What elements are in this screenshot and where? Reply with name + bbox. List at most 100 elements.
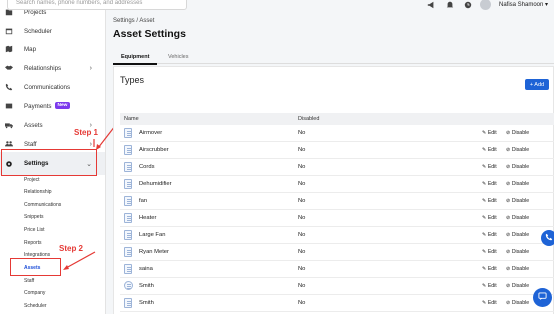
- edit-button[interactable]: ✎ Edit: [482, 215, 497, 221]
- row-name: Airmover: [139, 130, 163, 136]
- disable-button[interactable]: ⊘ Disable: [506, 215, 529, 221]
- asset-type-icon: [124, 162, 132, 172]
- edit-button[interactable]: ✎ Edit: [482, 232, 497, 238]
- row-name: Large Fan: [139, 232, 166, 238]
- edit-button[interactable]: ✎ Edit: [482, 266, 497, 272]
- settings-sub-reports[interactable]: Reports: [24, 240, 42, 246]
- row-disabled: No: [298, 266, 306, 272]
- chevron-right-icon: ›: [89, 64, 92, 72]
- sidebar-item-relationships[interactable]: Relationships ›: [0, 59, 105, 77]
- ban-icon: ⊘: [506, 198, 511, 204]
- disable-button[interactable]: ⊘ Disable: [506, 249, 529, 255]
- row-name: Cords: [139, 164, 155, 170]
- disable-button[interactable]: ⊘ Disable: [506, 266, 529, 272]
- pencil-icon: ✎: [482, 198, 487, 204]
- ban-icon: ⊘: [506, 215, 511, 221]
- disable-button[interactable]: ⊘ Disable: [506, 198, 529, 204]
- pencil-icon: ✎: [482, 300, 487, 306]
- breadcrumb: Settings / Asset: [113, 18, 155, 24]
- tab-equipment[interactable]: Equipment: [121, 54, 149, 60]
- settings-sub-communications[interactable]: Communications: [24, 202, 61, 208]
- table-row: Airmover No ✎ Edit ⊘ Disable: [120, 125, 554, 142]
- table-row: Airscrubber No ✎ Edit ⊘ Disable: [120, 142, 554, 159]
- disable-button[interactable]: ⊘ Disable: [506, 300, 529, 306]
- phone-icon: [4, 83, 13, 92]
- edit-button[interactable]: ✎ Edit: [482, 164, 497, 170]
- truck-icon: [4, 121, 13, 130]
- asset-type-icon: [124, 179, 132, 189]
- pencil-icon: ✎: [482, 283, 487, 289]
- settings-sub-price-list[interactable]: Price List: [24, 227, 45, 233]
- disable-button[interactable]: ⊘ Disable: [506, 164, 529, 170]
- avatar[interactable]: [480, 0, 491, 10]
- megaphone-icon[interactable]: [427, 1, 435, 9]
- row-name: Smith: [139, 300, 154, 306]
- row-disabled: No: [298, 147, 306, 153]
- sidebar-item-communications[interactable]: Communications: [0, 78, 105, 96]
- users-icon: [4, 140, 13, 149]
- asset-type-icon: [124, 213, 132, 223]
- table-row: Heater No ✎ Edit ⊘ Disable: [120, 210, 554, 227]
- table-header: Name Disabled: [120, 113, 554, 125]
- asset-type-icon: [124, 128, 132, 138]
- row-disabled: No: [298, 300, 306, 306]
- handshake-icon: [4, 64, 13, 73]
- search-input[interactable]: Search names, phone numbers, and address…: [7, 0, 187, 10]
- table-row: Large Fan No ✎ Edit ⊘ Disable: [120, 227, 554, 244]
- pencil-icon: ✎: [482, 249, 487, 255]
- step1-highlight-box: [1, 149, 97, 176]
- disable-button[interactable]: ⊘ Disable: [506, 283, 529, 289]
- settings-sub-scheduler[interactable]: Scheduler: [24, 303, 47, 309]
- sidebar-item-scheduler[interactable]: Scheduler: [0, 22, 105, 40]
- ban-icon: ⊘: [506, 130, 511, 136]
- asset-type-icon: [124, 196, 132, 206]
- asset-type-icon: [124, 298, 132, 308]
- disable-button[interactable]: ⊘ Disable: [506, 130, 529, 136]
- edit-button[interactable]: ✎ Edit: [482, 249, 497, 255]
- disable-button[interactable]: ⊘ Disable: [506, 232, 529, 238]
- ban-icon: ⊘: [506, 164, 511, 170]
- row-name: Smith: [139, 283, 154, 289]
- add-button[interactable]: + Add: [525, 79, 549, 90]
- user-menu[interactable]: Nafisa Shamoon ▾: [499, 1, 548, 8]
- asset-type-icon: [124, 247, 132, 257]
- disable-button[interactable]: ⊘ Disable: [506, 181, 529, 187]
- row-disabled: No: [298, 130, 306, 136]
- phone-icon: [545, 233, 553, 243]
- disable-button[interactable]: ⊘ Disable: [506, 147, 529, 153]
- edit-button[interactable]: ✎ Edit: [482, 198, 497, 204]
- tab-vehicles[interactable]: Vehicles: [168, 54, 189, 60]
- asset-type-icon: [124, 145, 132, 155]
- pencil-icon: ✎: [482, 215, 487, 221]
- edit-button[interactable]: ✎ Edit: [482, 283, 497, 289]
- row-name: fan: [139, 198, 148, 204]
- sidebar-item-payments[interactable]: Payments New: [0, 97, 105, 115]
- phone-fab[interactable]: [541, 230, 554, 246]
- pencil-icon: ✎: [482, 147, 487, 153]
- row-disabled: No: [298, 249, 306, 255]
- table-row: Cords No ✎ Edit ⊘ Disable: [120, 159, 554, 176]
- asset-type-icon: [124, 230, 132, 240]
- settings-sub-company[interactable]: Company: [24, 290, 45, 296]
- settings-sub-project[interactable]: Project: [24, 177, 40, 183]
- clock-icon[interactable]: [464, 1, 472, 9]
- sidebar-item-map[interactable]: Map: [0, 40, 105, 58]
- asset-type-icon: [124, 281, 133, 290]
- row-name: Heater: [139, 215, 157, 221]
- edit-button[interactable]: ✎ Edit: [482, 300, 497, 306]
- bell-icon[interactable]: [446, 1, 454, 9]
- wallet-icon: [4, 102, 13, 111]
- edit-button[interactable]: ✎ Edit: [482, 130, 497, 136]
- edit-button[interactable]: ✎ Edit: [482, 147, 497, 153]
- edit-button[interactable]: ✎ Edit: [482, 181, 497, 187]
- step1-label: Step 1: [74, 128, 99, 137]
- tab-bar: Equipment Vehicles: [113, 50, 554, 65]
- row-disabled: No: [298, 164, 306, 170]
- pencil-icon: ✎: [482, 266, 487, 272]
- settings-sub-staff[interactable]: Staff: [24, 278, 34, 284]
- pencil-icon: ✎: [482, 181, 487, 187]
- chat-fab[interactable]: [533, 288, 552, 307]
- settings-sub-relationship[interactable]: Relationship: [24, 189, 52, 195]
- pencil-icon: ✎: [482, 130, 487, 136]
- settings-sub-snippets[interactable]: Snippets: [24, 214, 43, 220]
